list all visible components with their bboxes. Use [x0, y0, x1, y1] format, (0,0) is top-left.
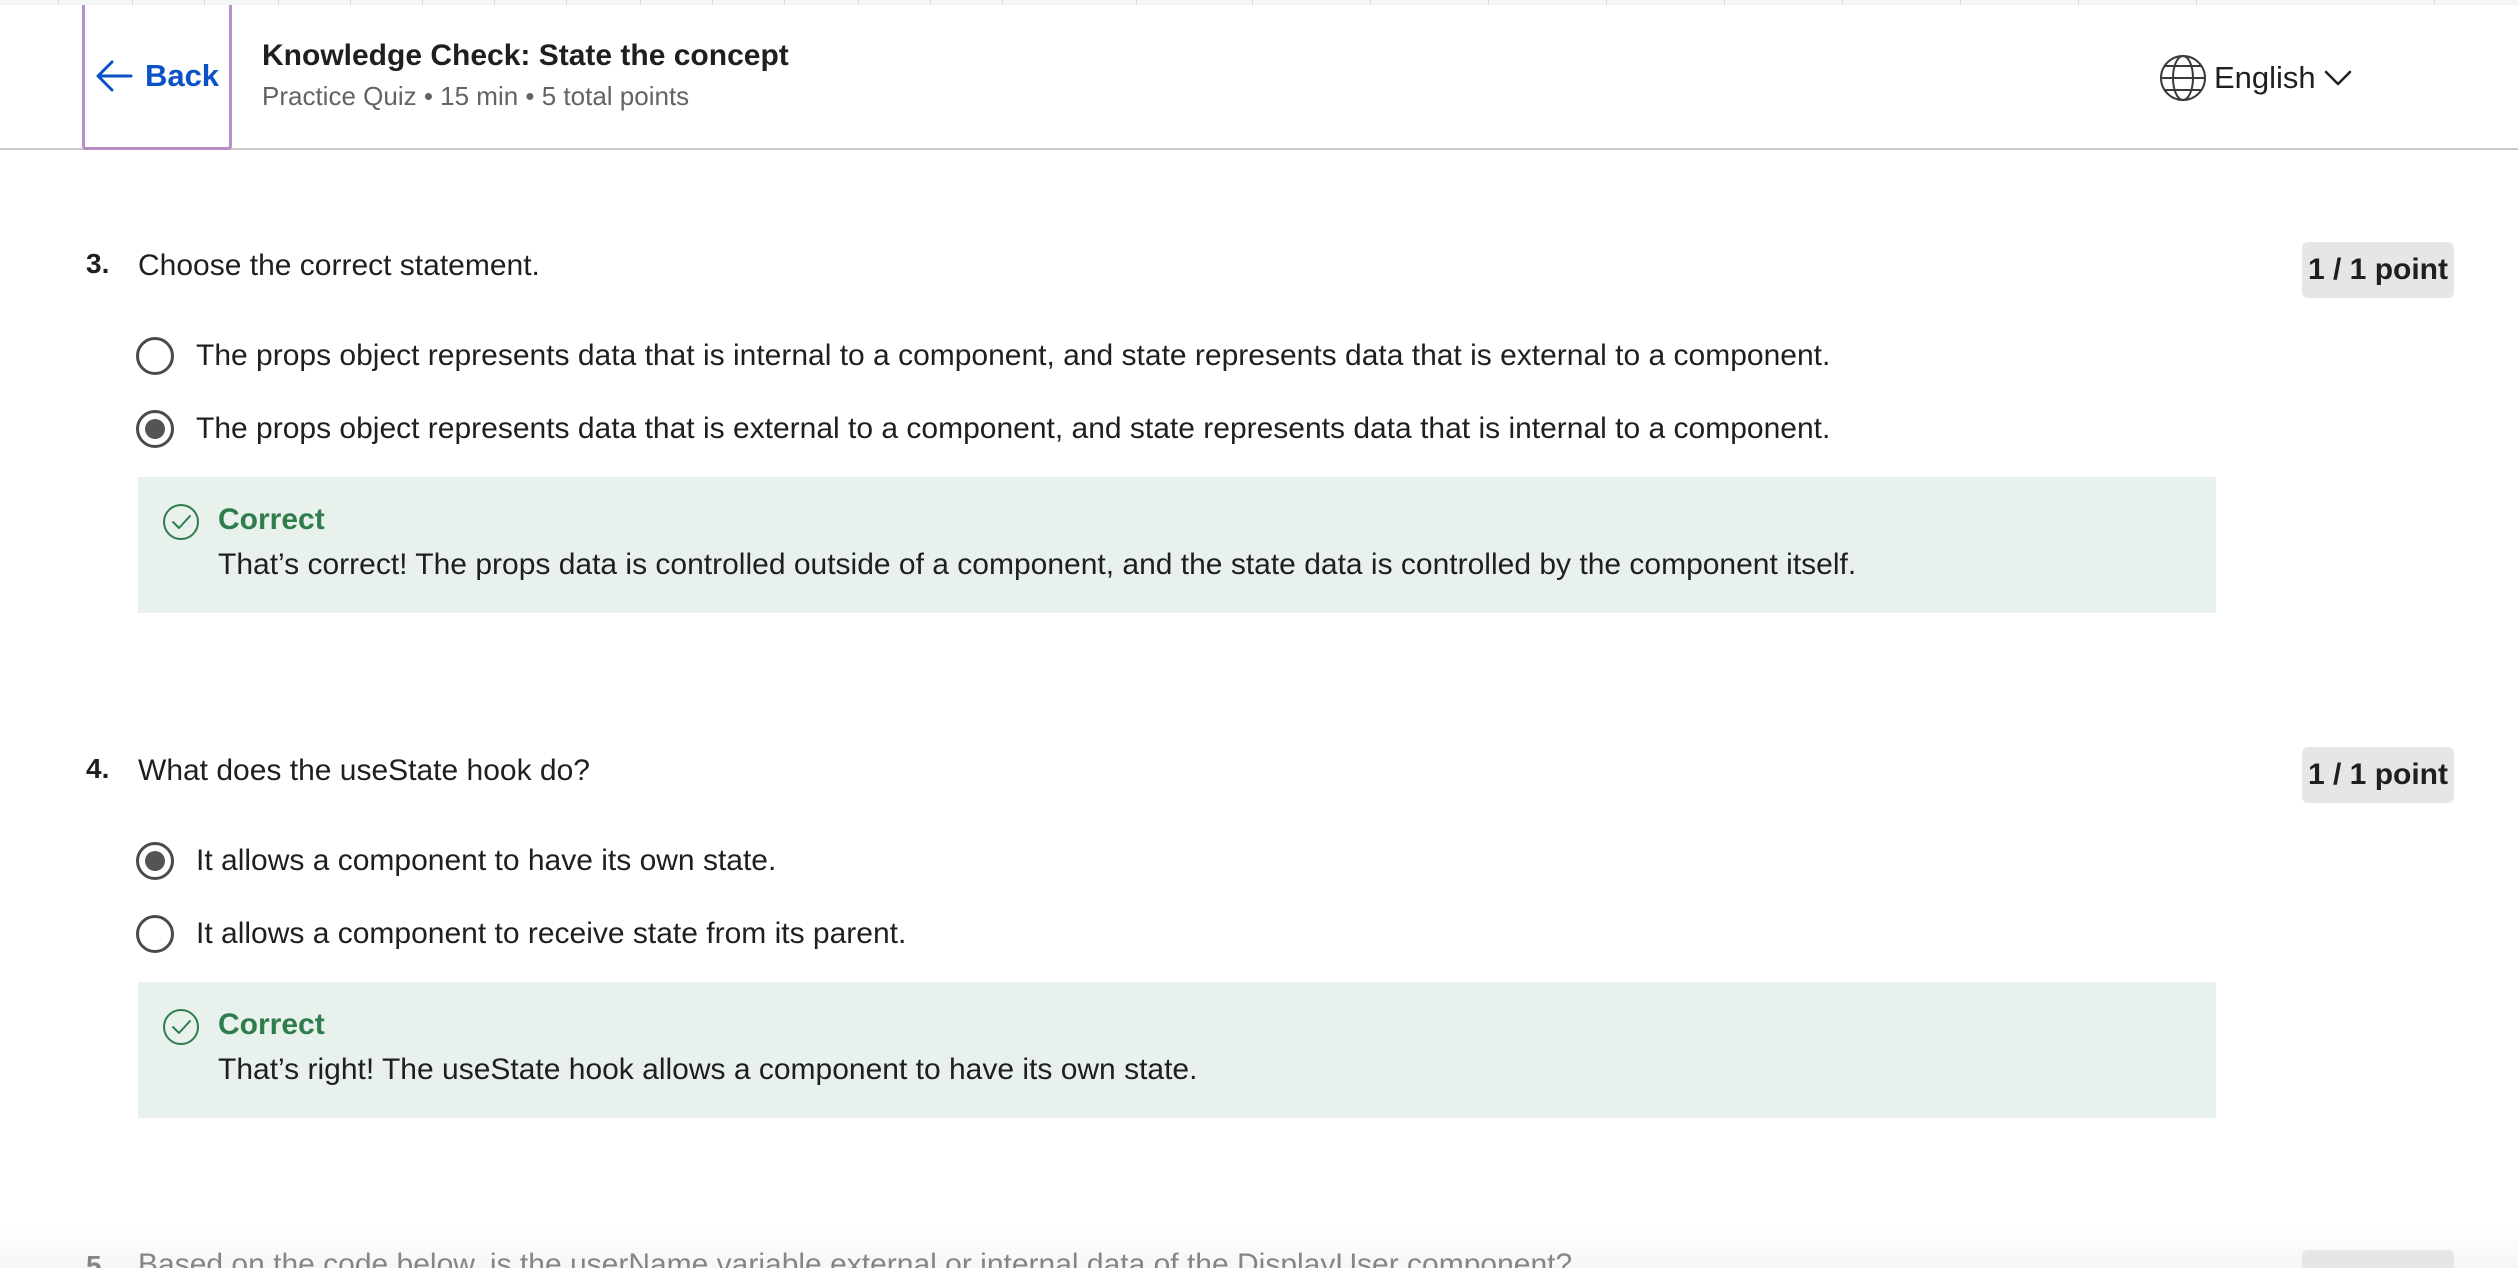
feedback-panel: Correct That’s right! The useState hook …: [138, 982, 2216, 1118]
answer-option[interactable]: It allows a component to receive state f…: [136, 914, 906, 954]
radio-button[interactable]: [136, 915, 174, 953]
option-label: It allows a component to have its own st…: [196, 844, 777, 877]
feedback-text: That’s right! The useState hook allows a…: [218, 1053, 1198, 1086]
answer-option[interactable]: The props object represents data that is…: [136, 336, 1830, 376]
option-label: The props object represents data that is…: [196, 339, 1831, 372]
language-label: English: [2214, 60, 2316, 95]
feedback-panel: Correct That’s correct! The props data i…: [138, 477, 2216, 613]
feedback-status: Correct: [218, 503, 325, 536]
next-question-peek: 5. Based on the code below, is the userN…: [0, 1228, 2518, 1268]
back-label: Back: [144, 58, 220, 93]
question-number: 4.: [86, 753, 110, 784]
page-title: Knowledge Check: State the concept: [262, 39, 789, 72]
quiz-header: Back Knowledge Check: State the concept …: [0, 5, 2518, 150]
option-label: The props object represents data that is…: [196, 412, 1831, 445]
points-badge: [2302, 1250, 2454, 1268]
back-button[interactable]: Back: [82, 5, 232, 150]
radio-button[interactable]: [136, 337, 174, 375]
question-text: Choose the correct statement.: [138, 249, 540, 282]
chevron-down-icon: [2324, 70, 2351, 86]
check-circle-icon: [163, 504, 199, 540]
points-badge: 1 / 1 point: [2302, 747, 2454, 803]
feedback-status: Correct: [218, 1008, 325, 1041]
language-selector[interactable]: English: [2158, 53, 2352, 103]
globe-icon: [2160, 55, 2206, 101]
question-number: 3.: [86, 248, 110, 279]
question-text: Based on the code below, is the userName…: [138, 1248, 1573, 1268]
quiz-page: Back Knowledge Check: State the concept …: [0, 0, 2518, 1268]
points-badge: 1 / 1 point: [2302, 242, 2454, 298]
answer-option[interactable]: The props object represents data that is…: [136, 409, 1830, 449]
radio-button-selected[interactable]: [136, 842, 174, 880]
check-circle-icon: [163, 1009, 199, 1045]
question-number: 5.: [86, 1250, 110, 1268]
arrow-left-icon: [96, 60, 133, 92]
answer-option[interactable]: It allows a component to have its own st…: [136, 841, 776, 881]
option-label: It allows a component to receive state f…: [196, 917, 907, 950]
feedback-text: That’s correct! The props data is contro…: [218, 548, 1857, 581]
quiz-title-block: Knowledge Check: State the concept Pract…: [262, 37, 789, 113]
radio-button-selected[interactable]: [136, 410, 174, 448]
question-text: What does the useState hook do?: [138, 754, 590, 787]
quiz-meta: Practice Quiz • 15 min • 5 total points: [262, 81, 690, 111]
